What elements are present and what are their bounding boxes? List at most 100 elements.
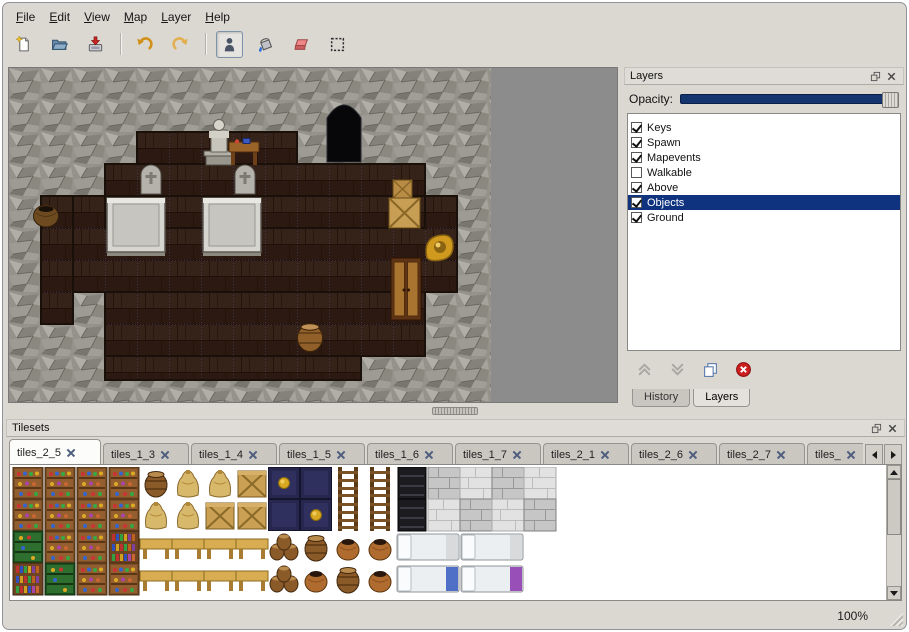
tileset-tab-label: tiles_1_5 — [287, 449, 331, 461]
redo-icon — [172, 36, 189, 53]
tileset-tab[interactable]: tiles_2_1 — [543, 443, 629, 465]
tab-layers-label: Layers — [705, 391, 738, 403]
close-icon[interactable] — [425, 451, 433, 459]
layer-visibility-checkbox[interactable] — [631, 197, 642, 208]
move-layer-up-button[interactable] — [634, 359, 654, 379]
scroll-left-icon[interactable] — [865, 444, 883, 465]
select-tool-button[interactable] — [324, 31, 351, 58]
layer-row[interactable]: Mapevents — [628, 150, 900, 165]
eraser-tool-button[interactable] — [288, 31, 315, 58]
close-icon[interactable] — [161, 451, 169, 459]
close-icon[interactable] — [886, 422, 899, 435]
tileset-tab-label: tiles_1_4 — [199, 449, 243, 461]
layer-row[interactable]: Walkable — [628, 165, 900, 180]
opacity-slider[interactable] — [680, 94, 899, 104]
undo-button[interactable] — [131, 31, 158, 58]
duplicate-layer-button[interactable] — [700, 359, 720, 379]
tileset-tab[interactable]: tiles_ — [807, 443, 863, 465]
zoom-level: 100% — [837, 609, 868, 623]
toolbar-separator — [205, 33, 207, 55]
layer-visibility-checkbox[interactable] — [631, 152, 642, 163]
layer-visibility-checkbox[interactable] — [631, 182, 642, 193]
menu-map[interactable]: Map — [117, 8, 154, 26]
tileset-tab-label: tiles_2_5 — [17, 447, 61, 459]
resize-grip[interactable] — [889, 612, 903, 626]
scrollbar-thumb[interactable] — [887, 479, 901, 535]
layer-visibility-checkbox[interactable] — [631, 137, 642, 148]
scroll-right-icon[interactable] — [884, 444, 902, 465]
menu-edit[interactable]: Edit — [42, 8, 77, 26]
close-icon[interactable] — [885, 70, 898, 83]
layer-row[interactable]: Spawn — [628, 135, 900, 150]
layer-row[interactable]: Keys — [628, 120, 900, 135]
tileset-tab-label: tiles_2_7 — [727, 449, 771, 461]
chevron-double-up-icon — [636, 361, 653, 378]
layers-panel-title: Layers — [630, 70, 663, 82]
tab-scroll-buttons — [864, 444, 902, 465]
tilesets-panel-titlebar: Tilesets — [6, 419, 905, 437]
layer-row[interactable]: Ground — [628, 210, 900, 225]
close-icon[interactable] — [601, 451, 609, 459]
tileset-tab-label: tiles_2_1 — [551, 449, 595, 461]
new-file-icon — [15, 36, 32, 53]
float-icon[interactable] — [869, 70, 882, 83]
app-window: File Edit View Map Layer Help — [2, 2, 907, 630]
close-icon[interactable] — [337, 451, 345, 459]
layer-visibility-checkbox[interactable] — [631, 167, 642, 178]
selection-rect-icon — [329, 36, 346, 53]
tileset-tab[interactable]: tiles_1_4 — [191, 443, 277, 465]
new-map-button[interactable] — [10, 31, 37, 58]
fill-tool-button[interactable] — [252, 31, 279, 58]
close-icon[interactable] — [513, 451, 521, 459]
tileset-picker[interactable] — [9, 464, 902, 601]
tab-history-label: History — [644, 391, 678, 403]
tileset-tab-label: tiles_1_6 — [375, 449, 419, 461]
close-icon[interactable] — [67, 449, 75, 457]
tileset-tab[interactable]: tiles_2_5 — [9, 439, 101, 465]
tileset-tab[interactable]: tiles_1_3 — [103, 443, 189, 465]
object-tool-button[interactable] — [216, 31, 243, 58]
menu-help[interactable]: Help — [198, 8, 237, 26]
arrow-up-icon[interactable] — [887, 465, 901, 479]
float-icon[interactable] — [870, 422, 883, 435]
layer-row[interactable]: Objects — [628, 195, 900, 210]
tileset-tab-label: tiles_1_7 — [463, 449, 507, 461]
copy-icon — [702, 361, 719, 378]
save-map-button[interactable] — [82, 31, 109, 58]
close-icon[interactable] — [689, 451, 697, 459]
tileset-vertical-scrollbar[interactable] — [886, 465, 901, 600]
menu-view[interactable]: View — [77, 8, 117, 26]
tileset-tab[interactable]: tiles_2_7 — [719, 443, 805, 465]
layer-name: Objects — [647, 197, 684, 209]
close-icon[interactable] — [847, 451, 855, 459]
menu-file[interactable]: File — [9, 8, 42, 26]
tileset-tab-label: tiles_2_6 — [639, 449, 683, 461]
close-icon[interactable] — [777, 451, 785, 459]
arrow-down-icon[interactable] — [887, 586, 901, 600]
menu-layer-label: Layer — [161, 10, 191, 24]
tileset-tab[interactable]: tiles_1_7 — [455, 443, 541, 465]
layer-name: Mapevents — [647, 152, 701, 164]
splitter-grip[interactable] — [432, 407, 478, 415]
layer-visibility-checkbox[interactable] — [631, 122, 642, 133]
layer-visibility-checkbox[interactable] — [631, 212, 642, 223]
open-map-button[interactable] — [46, 31, 73, 58]
menu-map-label: Map — [124, 10, 147, 24]
chevron-double-down-icon — [669, 361, 686, 378]
tileset-tab[interactable]: tiles_1_5 — [279, 443, 365, 465]
tileset-tab[interactable]: tiles_1_6 — [367, 443, 453, 465]
layer-list: Keys Spawn Mapevents Walkable Above Obje… — [627, 113, 901, 351]
tileset-tab[interactable]: tiles_2_6 — [631, 443, 717, 465]
delete-layer-button[interactable] — [733, 359, 753, 379]
map-canvas[interactable] — [8, 67, 618, 403]
save-icon — [87, 36, 104, 53]
opacity-slider-handle[interactable] — [882, 92, 899, 108]
redo-button[interactable] — [167, 31, 194, 58]
horizontal-splitter[interactable] — [8, 405, 901, 417]
menu-view-label: View — [84, 10, 110, 24]
layer-row[interactable]: Above — [628, 180, 900, 195]
menu-layer[interactable]: Layer — [154, 8, 198, 26]
toolbar-separator — [120, 33, 122, 55]
move-layer-down-button[interactable] — [667, 359, 687, 379]
close-icon[interactable] — [249, 451, 257, 459]
